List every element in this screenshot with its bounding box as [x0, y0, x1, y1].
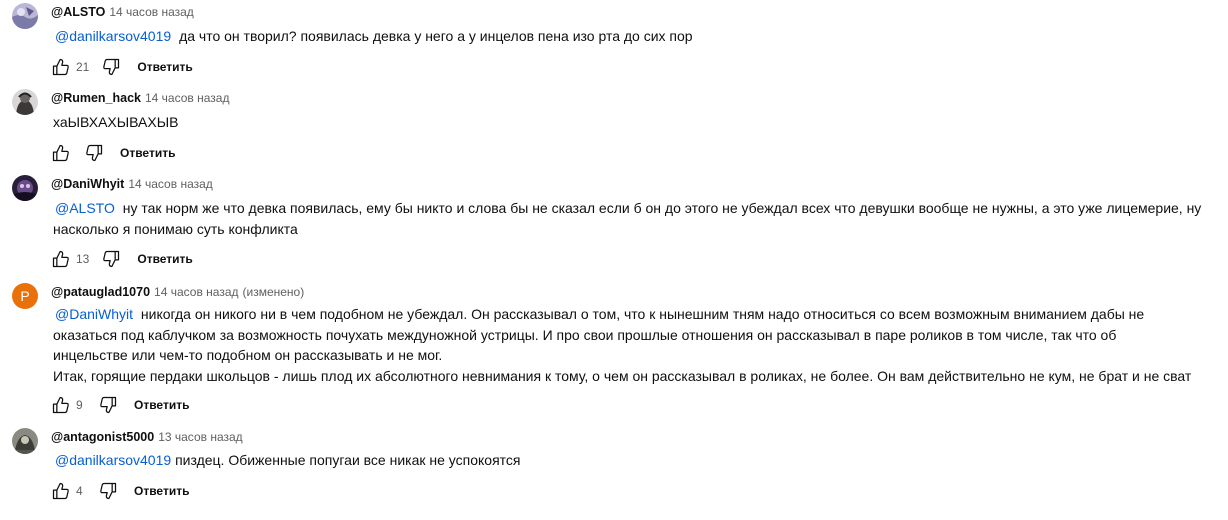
comment-header: @patauglad1070 14 часов назад (изменено)	[51, 284, 304, 300]
dislike-icon	[103, 250, 120, 268]
edited-label: (изменено)	[242, 285, 305, 299]
comment: @Rumen_hack 14 часов назад хаЫВХАХЫВАХЫВ …	[0, 89, 1228, 173]
comment-time[interactable]: 14 часов назад	[145, 91, 229, 105]
mention-link[interactable]: @DaniWhyit	[55, 306, 133, 322]
dislike-icon	[103, 58, 120, 76]
comment-line: @danilkarsov4019 да что он творил? появи…	[53, 26, 1218, 47]
mention-link[interactable]: @danilkarsov4019	[55, 28, 171, 44]
comment-line-text: никогда он никого ни в чем подобном не у…	[140, 306, 1145, 322]
comment-time[interactable]: 14 часов назад	[109, 5, 193, 19]
comment-actions: 21 Ответить	[49, 55, 193, 79]
comment-header: @antagonist5000 13 часов назад	[51, 429, 243, 445]
comment-author[interactable]: @antagonist5000	[51, 430, 154, 444]
comment-line-text: пиздец. Обиженные попугаи все никак не у…	[175, 452, 521, 468]
avatar[interactable]	[12, 175, 38, 201]
comment-header: @DaniWhyit 14 часов назад	[51, 176, 213, 192]
comment-time[interactable]: 14 часов назад	[128, 177, 212, 191]
comment-text: @danilkarsov4019 пиздец. Обиженные попуг…	[53, 450, 1218, 471]
comment-line: @danilkarsov4019 пиздец. Обиженные попуг…	[53, 450, 1218, 471]
comment-line-text: хаЫВХАХЫВАХЫВ	[53, 114, 179, 130]
dislike-icon	[100, 482, 117, 500]
comment-author[interactable]: @ALSTO	[51, 5, 105, 19]
comment-text: хаЫВХАХЫВАХЫВ	[53, 112, 1218, 133]
dislike-icon	[100, 396, 117, 414]
comment-line: @ALSTO ну так норм же что девка появилас…	[53, 198, 1218, 219]
comment-line-text: Итак, горящие пердаки школьцов - лишь пл…	[53, 367, 1192, 384]
reply-button[interactable]: Ответить	[134, 484, 189, 498]
avatar[interactable]	[12, 89, 38, 115]
like-count: 9	[76, 398, 83, 412]
avatar[interactable]	[12, 3, 38, 29]
like-icon	[52, 396, 69, 414]
comment-actions: 13 Ответить	[49, 247, 193, 271]
like-button[interactable]	[49, 141, 73, 165]
like-icon	[52, 482, 69, 500]
comment-text: @DaniWhyit никогда он никого ни в чем по…	[53, 304, 1218, 386]
comment-line: @DaniWhyit никогда он никого ни в чем по…	[53, 304, 1218, 325]
mention-link[interactable]: @ALSTO	[55, 200, 115, 216]
comment-text: @ALSTO ну так норм же что девка появилас…	[53, 198, 1218, 239]
like-count: 4	[76, 484, 83, 498]
dislike-button[interactable]	[96, 393, 120, 417]
comment-author[interactable]: @Rumen_hack	[51, 91, 141, 105]
dislike-button[interactable]	[82, 141, 106, 165]
comment-actions: Ответить	[49, 141, 175, 165]
comment: @ALSTO 14 часов назад @danilkarsov4019 да…	[0, 3, 1228, 87]
like-count: 13	[76, 252, 90, 266]
avatar-letter: P	[20, 288, 30, 304]
avatar[interactable]: P	[12, 283, 38, 309]
comment-header: @ALSTO 14 часов назад	[51, 4, 194, 20]
comment-time[interactable]: 14 часов назад	[154, 285, 238, 299]
dislike-button[interactable]	[99, 247, 123, 271]
comment: @antagonist5000 13 часов назад @danilkars…	[0, 428, 1228, 512]
comment-text: @danilkarsov4019 да что он творил? появи…	[53, 26, 1218, 47]
comment: P @patauglad1070 14 часов назад (изменено)…	[0, 283, 1228, 423]
reply-button[interactable]: Ответить	[137, 60, 192, 74]
comment-line-text: да что он творил? появилась девка у него…	[179, 28, 693, 44]
comment-actions: 4 Ответить	[49, 479, 189, 503]
dislike-icon	[86, 144, 103, 162]
comment-time[interactable]: 13 часов назад	[158, 430, 242, 444]
comment-author[interactable]: @DaniWhyit	[51, 177, 124, 191]
like-icon	[52, 250, 69, 268]
comment-author[interactable]: @patauglad1070	[51, 285, 150, 299]
mention-link[interactable]: @danilkarsov4019	[55, 452, 171, 468]
comment: @DaniWhyit 14 часов назад @ALSTO ну так н…	[0, 175, 1228, 273]
comment-line-text: насколько я понимаю суть конфликта	[53, 220, 298, 237]
dislike-button[interactable]	[96, 479, 120, 503]
comment-header: @Rumen_hack 14 часов назад	[51, 90, 229, 106]
like-count: 21	[76, 60, 90, 74]
like-icon	[52, 58, 69, 76]
like-button[interactable]	[49, 479, 73, 503]
comment-line-text: ну так норм же что девка появилась, ему …	[122, 200, 1202, 216]
like-button[interactable]	[49, 393, 73, 417]
like-button[interactable]	[49, 247, 73, 271]
reply-button[interactable]: Ответить	[120, 146, 175, 160]
like-icon	[52, 144, 69, 162]
comment-line-text: оказаться под каблучком за возможность п…	[53, 326, 1117, 343]
like-button[interactable]	[49, 55, 73, 79]
comment-line-text: инцельстве или чем-то подобном он расска…	[53, 347, 443, 363]
reply-button[interactable]: Ответить	[137, 252, 192, 266]
reply-button[interactable]: Ответить	[134, 398, 189, 412]
avatar[interactable]	[12, 428, 38, 454]
dislike-button[interactable]	[99, 55, 123, 79]
comment-actions: 9 Ответить	[49, 393, 189, 417]
